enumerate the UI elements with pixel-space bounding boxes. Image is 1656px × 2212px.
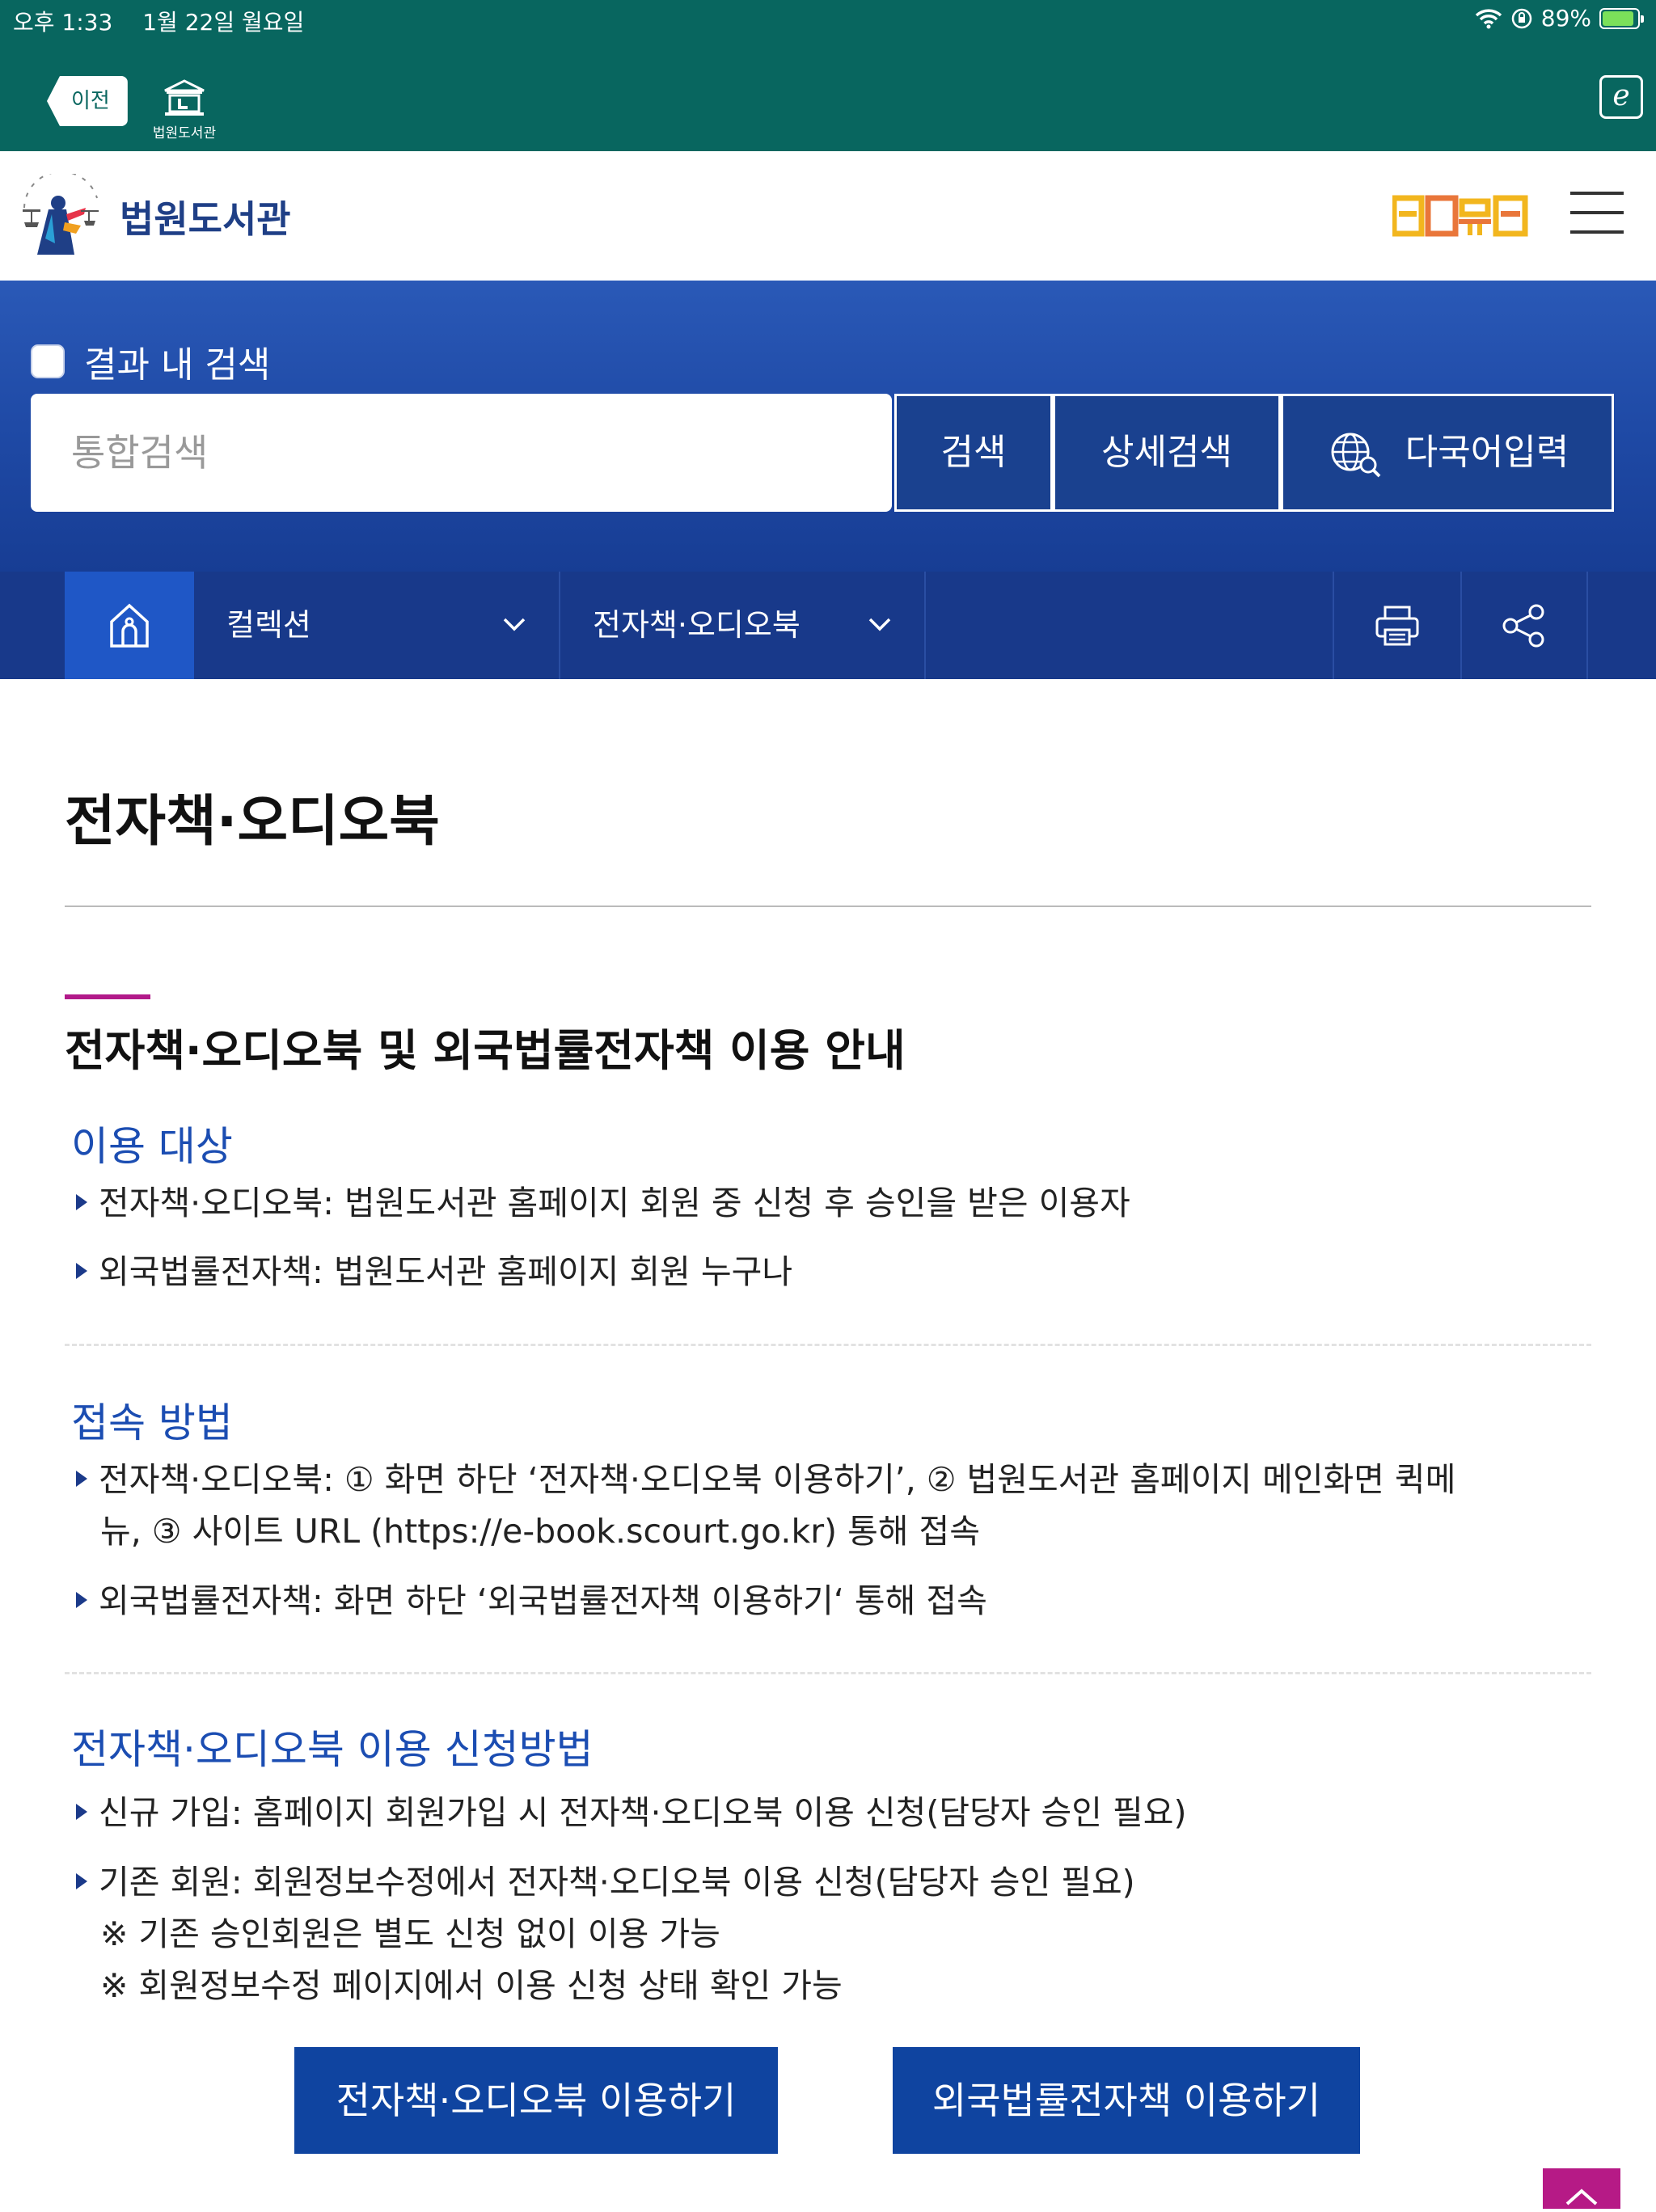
bullet-triangle-icon — [76, 1471, 87, 1487]
nav-ebook-label: 전자책·오디오북 — [593, 607, 801, 643]
bullet-triangle-icon — [76, 1194, 87, 1210]
share-icon — [1502, 604, 1544, 647]
list-item: 기존 회원: 회원정보수정에서 전자책·오디오북 이용 신청(담당자 승인 필요… — [76, 1856, 1135, 2011]
note-text: ※ 기존 승인회원은 별도 신청 없이 이용 가능 — [100, 1914, 720, 1953]
bullet-triangle-icon — [76, 1804, 87, 1820]
list-item-text: 전자책·오디오북: ① 화면 하단 ‘전자책·오디오북 이용하기’, ② 법원도… — [99, 1460, 1456, 1499]
list-item-text: 신규 가입: 홈페이지 회원가입 시 전자책·오디오북 이용 신청(담당자 승인… — [99, 1793, 1187, 1832]
list-item: 전자책·오디오북: 법원도서관 홈페이지 회원 중 신청 후 승인을 받은 이용… — [76, 1177, 1130, 1229]
access-method-title: 접속 방법 — [71, 1399, 233, 1446]
search-input[interactable]: 통합검색 — [31, 394, 892, 512]
status-right: 89% — [1475, 5, 1644, 32]
page-title: 전자책·오디오북 — [65, 790, 440, 854]
browser-icon[interactable]: e — [1599, 75, 1643, 119]
nav-bar: 컬렉션 전자책·오디오북 — [0, 572, 1656, 679]
dashed-divider — [65, 1672, 1591, 1674]
list-item: 신규 가입: 홈페이지 회원가입 시 전자책·오디오북 이용 신청(담당자 승인… — [76, 1787, 1186, 1838]
wifi-icon — [1475, 8, 1502, 28]
printer-icon — [1375, 606, 1419, 645]
search-button[interactable]: 검색 — [894, 394, 1053, 512]
scroll-top-button[interactable] — [1543, 2168, 1620, 2209]
nav-collection-dropdown[interactable]: 컬렉션 — [194, 572, 560, 679]
dashed-divider — [65, 1344, 1591, 1346]
bullet-triangle-icon — [76, 1873, 87, 1889]
hamburger-menu-icon[interactable] — [1570, 192, 1624, 234]
list-item-text: 뉴, ③ 사이트 URL (https://e-book.scourt.go.k… — [100, 1512, 980, 1551]
section-title: 전자책·오디오북 및 외국법률전자책 이용 안내 — [65, 1025, 906, 1076]
library-label: 법원도서관 — [152, 125, 217, 141]
list-item: 전자책·오디오북: ① 화면 하단 ‘전자책·오디오북 이용하기’, ② 법원도… — [76, 1454, 1455, 1557]
library-home-button[interactable]: 법원도서관 — [152, 78, 217, 141]
nav-collection-label: 컬렉션 — [226, 607, 311, 643]
chevron-down-icon — [868, 618, 891, 631]
battery-percent: 89% — [1540, 5, 1591, 32]
list-item: 외국법률전자책: 법원도서관 홈페이지 회원 누구나 — [76, 1246, 792, 1298]
status-bar: 오후 1:33 1월 22일 월요일 89% — [0, 0, 1656, 39]
back-button[interactable]: 이전 — [47, 76, 128, 126]
status-time: 오후 1:33 — [13, 9, 113, 36]
app-toolbar: 이전 법원도서관 e — [0, 39, 1656, 151]
status-date: 1월 22일 월요일 — [142, 9, 305, 36]
use-foreign-ebook-button[interactable]: 외국법률전자책 이용하기 — [893, 2047, 1360, 2154]
multilang-input-label: 다국어입력 — [1405, 432, 1569, 473]
bullet-triangle-icon — [76, 1263, 87, 1279]
list-item-text: 전자책·오디오북: 법원도서관 홈페이지 회원 중 신청 후 승인을 받은 이용… — [99, 1184, 1130, 1222]
section-accent-bar — [65, 994, 150, 999]
search-within-results[interactable]: 결과 내 검색 — [31, 336, 270, 387]
list-item-text: 외국법률전자책: 법원도서관 홈페이지 회원 누구나 — [99, 1252, 793, 1291]
bullet-triangle-icon — [76, 1592, 87, 1608]
print-button[interactable] — [1333, 572, 1460, 679]
site-header: 법원도서관 — [0, 151, 1656, 281]
list-item-text: 기존 회원: 회원정보수정에서 전자책·오디오북 이용 신청(담당자 승인 필요… — [99, 1863, 1135, 1902]
home-icon — [110, 603, 149, 648]
orientation-lock-icon — [1511, 8, 1532, 28]
site-logo-text[interactable]: 법원도서관 — [120, 190, 291, 243]
detail-search-button[interactable]: 상세검색 — [1053, 394, 1281, 512]
title-divider — [65, 905, 1591, 907]
home-button[interactable] — [65, 572, 194, 679]
globe-search-icon — [1331, 433, 1381, 478]
baro-maru-logo[interactable] — [1392, 187, 1530, 243]
status-left: 오후 1:33 1월 22일 월요일 — [13, 5, 327, 37]
use-ebook-button[interactable]: 전자책·오디오북 이용하기 — [294, 2047, 778, 2154]
list-item-text: 외국법률전자책: 화면 하단 ‘외국법률전자책 이용하기‘ 통해 접속 — [99, 1581, 987, 1620]
search-within-label: 결과 내 검색 — [84, 344, 271, 386]
battery-icon — [1599, 7, 1644, 29]
search-band: 결과 내 검색 통합검색 검색 상세검색 다국어입력 — [0, 281, 1656, 572]
court-emblem-icon[interactable] — [16, 174, 107, 258]
note-text: ※ 회원정보수정 페이지에서 이용 신청 상태 확인 가능 — [100, 1966, 843, 2005]
usage-target-title: 이용 대상 — [71, 1123, 233, 1170]
multilang-input-button[interactable]: 다국어입력 — [1281, 394, 1614, 512]
chevron-down-icon — [503, 618, 526, 631]
chevron-up-icon — [1565, 2189, 1598, 2206]
nav-ebook-dropdown[interactable]: 전자책·오디오북 — [560, 572, 926, 679]
library-building-icon — [164, 79, 205, 116]
share-button[interactable] — [1460, 572, 1588, 679]
list-item: 외국법률전자책: 화면 하단 ‘외국법률전자책 이용하기‘ 통해 접속 — [76, 1575, 987, 1627]
apply-method-title: 전자책·오디오북 이용 신청방법 — [71, 1726, 594, 1773]
search-within-checkbox[interactable] — [31, 344, 65, 378]
